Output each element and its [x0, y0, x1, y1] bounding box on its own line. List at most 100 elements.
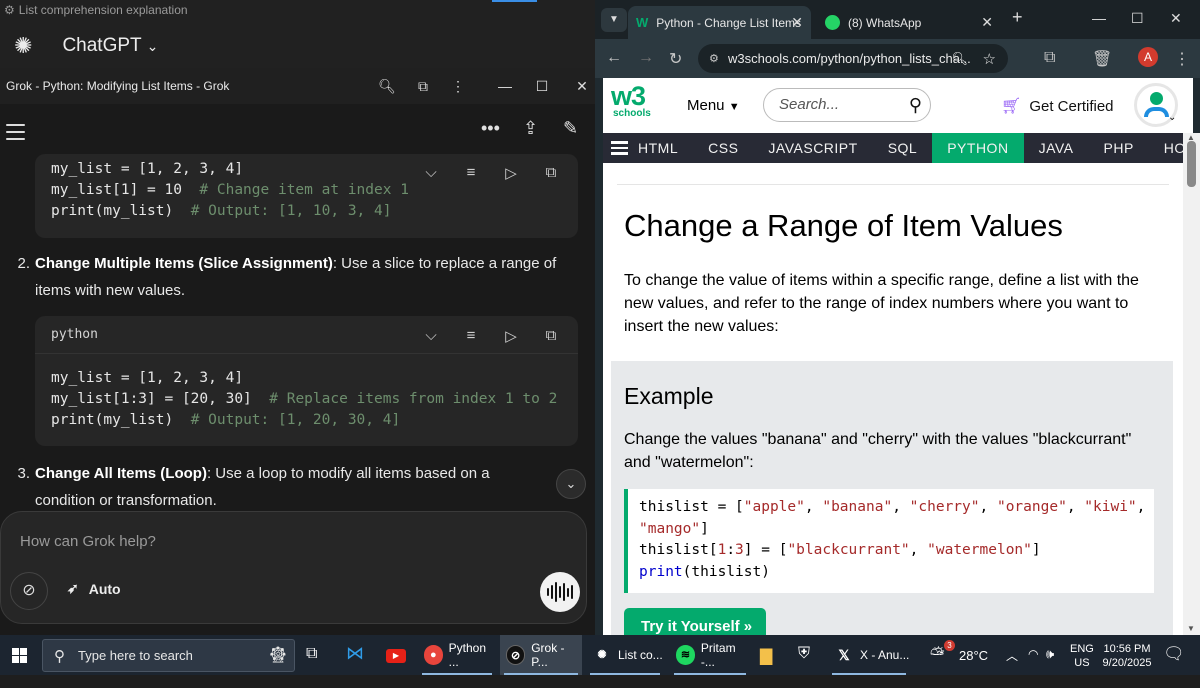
taskbar-app-x[interactable]: 𝕏 X - Anu... — [828, 635, 910, 675]
url-text: w3schools.com/python/python_lists_cha... — [728, 51, 971, 66]
chrome-icon: ● — [424, 645, 443, 665]
new-tab-icon[interactable]: + — [1012, 7, 1023, 28]
nav-java[interactable]: JAVA — [1024, 133, 1089, 163]
intro-paragraph: To change the value of items within a sp… — [624, 272, 1139, 335]
minimize-icon[interactable]: — — [1092, 10, 1106, 26]
get-certified-link[interactable]: 🛒︎ Get Certified — [1001, 96, 1114, 116]
vscode-icon[interactable]: ⋈ — [346, 643, 364, 683]
url-bar[interactable]: ⚙ w3schools.com/python/python_lists_cha.… — [698, 44, 1008, 73]
profile-avatar[interactable]: A — [1138, 47, 1158, 67]
nav-html[interactable]: HTML — [628, 133, 693, 163]
bookmark-star-icon[interactable]: ☆ — [983, 50, 996, 68]
reload-icon[interactable]: ↻ — [669, 49, 682, 69]
chat-input[interactable]: How can Grok help? — [20, 533, 156, 550]
weather-temp[interactable]: 28°C — [959, 648, 988, 688]
search-icon[interactable]: ⚲ — [909, 89, 922, 121]
w3-search-input[interactable]: Search... ⚲ — [763, 88, 931, 122]
chatgpt-icon: ✺ — [597, 649, 607, 661]
copy-icon[interactable]: ⧉ — [542, 164, 560, 182]
chevron-down-icon: ⌄ — [565, 476, 577, 491]
nav-php[interactable]: PHP — [1089, 133, 1149, 163]
page-scrollbar[interactable]: ▲ ▼ — [1183, 133, 1200, 635]
voice-button[interactable] — [540, 572, 580, 612]
close-tab-icon[interactable]: ✕ — [981, 14, 993, 31]
chatgpt-window-title: List comprehension explanation — [18, 3, 188, 17]
taskbar-app-chatgpt[interactable]: ✺ List co... — [586, 635, 664, 675]
volume-icon[interactable]: 🕪︎ — [1046, 646, 1054, 686]
chevron-down-icon: ⌄ — [146, 38, 159, 54]
forward-icon[interactable]: → — [638, 49, 654, 67]
try-it-yourself-button[interactable]: Try it Yourself » — [624, 608, 766, 635]
taskbar-app-chrome[interactable]: ● Python ... — [418, 635, 496, 675]
copy-icon[interactable]: ⧉ — [542, 327, 560, 345]
wifi-icon[interactable]: ◠ — [1028, 647, 1038, 687]
nav-menu-icon[interactable] — [603, 138, 628, 158]
extensions-icon[interactable]: ⧉ — [1044, 49, 1055, 67]
notification-icon[interactable]: 🗨︎ — [1163, 644, 1185, 684]
scroll-down-icon[interactable]: ▼ — [1187, 624, 1195, 633]
scroll-down-button[interactable]: ⌄ — [556, 469, 586, 499]
example-code: thislist = ["apple", "banana", "cherry",… — [624, 489, 1154, 593]
tab-search-button[interactable]: ▼ — [601, 8, 627, 32]
chatgpt-model-selector[interactable]: ✺ ChatGPT ⌄ — [14, 33, 158, 59]
nav-css[interactable]: CSS — [693, 133, 753, 163]
taskbar-app-spotify[interactable]: ≋ Pritam -... — [670, 635, 750, 675]
close-icon[interactable]: ✕ — [573, 77, 591, 95]
code-line: print(my_list) # Output: [1, 10, 3, 4] — [51, 203, 392, 219]
search-highlight-icon: 🎡︎ — [267, 647, 288, 664]
trash-icon[interactable]: 🗑︎ — [1092, 49, 1112, 69]
w3schools-logo[interactable]: w3 schools — [611, 83, 655, 127]
more-options-icon[interactable]: ⋮ — [449, 77, 467, 95]
caret-down-icon: ▼ — [728, 101, 740, 113]
new-chat-icon[interactable]: ✎ — [563, 118, 578, 139]
sidebar-menu-icon[interactable] — [6, 124, 25, 145]
menu-button[interactable]: Menu ▼ — [687, 97, 740, 114]
code-block: python ⌵ ≡ ▷ ⧉ my_list = [1, 2, 3, 4] my… — [35, 316, 578, 446]
paperclip-icon: ⊘ — [22, 582, 36, 599]
taskbar-app-grok[interactable]: ⊘ Grok - P... — [500, 635, 582, 675]
nav-sql[interactable]: SQL — [873, 133, 933, 163]
youtube-icon[interactable]: ▶ — [386, 647, 406, 687]
code-line: my_list = [1, 2, 3, 4] — [51, 161, 244, 177]
run-icon[interactable]: ▷ — [502, 164, 520, 182]
wrap-icon[interactable]: ≡ — [462, 164, 480, 182]
tab-python[interactable]: W Python - Change List Items ✕ — [628, 6, 811, 39]
clock[interactable]: 10:56 PM 9/20/2025 — [1102, 642, 1152, 682]
code-line: my_list[1:3] = [20, 30] # Replace items … — [51, 391, 558, 407]
security-shield-icon[interactable]: ⛨ — [798, 645, 810, 685]
close-tab-icon[interactable]: ✕ — [791, 14, 803, 31]
back-icon[interactable]: ← — [606, 49, 622, 67]
chevron-down-icon[interactable]: ⌄ — [1168, 112, 1176, 123]
nav-python[interactable]: PYTHON — [932, 133, 1024, 163]
zoom-icon[interactable]: 🔍︎ — [951, 51, 968, 67]
chatgpt-logo-icon: ⚙ — [4, 3, 15, 17]
attach-button[interactable]: ⊘ — [10, 572, 48, 610]
nav-javascript[interactable]: JAVASCRIPT — [753, 133, 872, 163]
close-icon[interactable]: ✕ — [1170, 10, 1182, 27]
chevron-up-icon[interactable]: ︿ — [1006, 647, 1018, 687]
run-icon[interactable]: ▷ — [502, 327, 520, 345]
maximize-icon[interactable]: ☐ — [533, 77, 551, 95]
collapse-icon[interactable]: ⌵ — [422, 164, 440, 182]
language-indicator[interactable]: ENG US — [1070, 642, 1094, 682]
extensions-icon[interactable]: ⧉ — [414, 77, 432, 95]
more-icon[interactable]: ••• — [481, 118, 500, 139]
mode-selector[interactable]: ➶ Auto — [67, 580, 121, 597]
site-info-icon[interactable]: ⚙ — [709, 52, 719, 65]
code-actions: ⌵ ≡ ▷ ⧉ — [422, 327, 560, 345]
tab-whatsapp[interactable]: (8) WhatsApp ✕ — [817, 6, 1001, 39]
windows-start-icon[interactable] — [12, 648, 27, 663]
maximize-icon[interactable]: ☐ — [1131, 10, 1144, 27]
file-explorer-icon[interactable]: ▇ — [760, 646, 772, 686]
task-view-icon[interactable]: ⧉ — [306, 645, 317, 685]
collapse-icon[interactable]: ⌵ — [422, 327, 440, 345]
scrollbar-thumb[interactable] — [1187, 141, 1196, 187]
wrap-icon[interactable]: ≡ — [462, 327, 480, 345]
taskbar-search[interactable]: ⚲ Type here to search 🎡︎ — [42, 639, 295, 672]
code-content: my_list = [1, 2, 3, 4] my_list[1:3] = [2… — [51, 368, 557, 431]
weather-icon[interactable]: ⛅︎ — [930, 644, 944, 684]
zoom-icon[interactable]: 🔍︎ — [378, 77, 396, 95]
share-icon[interactable]: ⇪ — [523, 118, 538, 139]
more-options-icon[interactable]: ⋮ — [1174, 49, 1190, 69]
minimize-icon[interactable]: — — [496, 77, 514, 95]
